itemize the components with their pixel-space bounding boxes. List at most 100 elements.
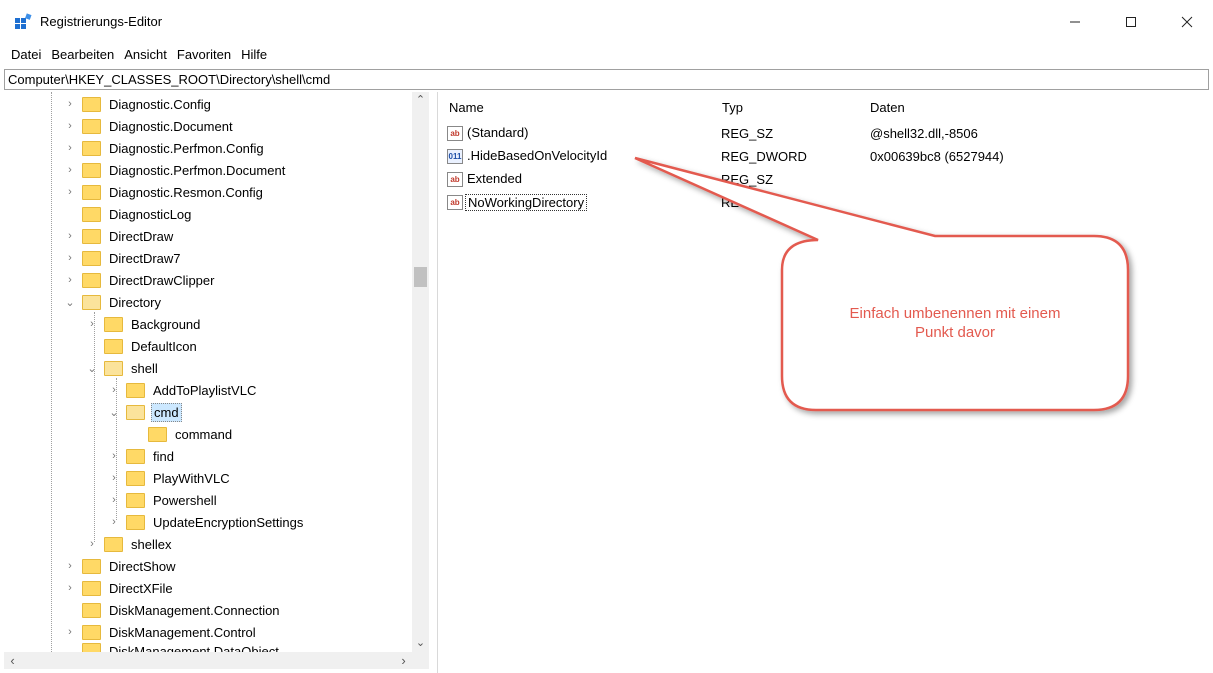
folder-icon — [82, 206, 101, 222]
column-header-name[interactable]: Name — [449, 100, 484, 115]
chevron-right-icon[interactable]: › — [64, 582, 76, 594]
scroll-down-icon[interactable]: ⌄ — [412, 635, 429, 652]
menu-hilfe[interactable]: Hilfe — [236, 44, 272, 66]
chevron-right-icon[interactable]: › — [64, 142, 76, 154]
menu-bar: Datei Bearbeiten Ansicht Favoriten Hilfe — [0, 44, 1213, 66]
chevron-right-icon[interactable]: › — [86, 318, 98, 330]
menu-bearbeiten[interactable]: Bearbeiten — [46, 44, 119, 66]
chevron-right-icon[interactable]: › — [64, 230, 76, 242]
folder-icon — [82, 558, 101, 574]
chevron-right-icon[interactable]: › — [64, 164, 76, 176]
chevron-right-icon[interactable]: › — [64, 120, 76, 132]
folder-icon — [126, 470, 145, 486]
value-row[interactable]: 011 .HideBasedOnVelocityId REG_DWORD 0x0… — [447, 146, 1207, 168]
tree-item[interactable]: › PlayWithVLC — [108, 467, 232, 489]
tree-item[interactable]: › DirectXFile — [64, 577, 175, 599]
folder-icon — [82, 162, 101, 178]
chevron-right-icon[interactable]: › — [108, 450, 120, 462]
folder-open-icon — [104, 360, 123, 376]
scroll-up-icon[interactable]: ⌃ — [412, 92, 429, 109]
tree-item[interactable]: command — [130, 423, 234, 445]
callout-text: Einfach umbenennen mit einem Punkt davor — [849, 305, 1061, 341]
folder-open-icon — [82, 294, 101, 310]
chevron-right-icon[interactable]: › — [64, 252, 76, 264]
menu-ansicht[interactable]: Ansicht — [119, 44, 172, 66]
scroll-right-icon[interactable]: › — [395, 652, 412, 669]
tree-item[interactable]: › DirectDrawClipper — [64, 269, 216, 291]
tree-vertical-scrollbar[interactable]: ⌃ ⌄ — [412, 92, 429, 652]
registry-editor-icon — [15, 13, 32, 29]
tree-guide-line — [51, 92, 52, 652]
column-header-type[interactable]: Typ — [722, 100, 743, 115]
tree-item[interactable]: › DirectDraw — [64, 225, 175, 247]
value-row[interactable]: ab (Standard) REG_SZ @shell32.dll,-8506 — [447, 123, 1207, 145]
scroll-left-icon[interactable]: ‹ — [4, 652, 21, 669]
chevron-right-icon[interactable]: › — [64, 626, 76, 638]
tree-item[interactable]: › Diagnostic.Perfmon.Config — [64, 137, 266, 159]
minimize-button[interactable] — [1052, 0, 1098, 44]
chevron-down-icon[interactable]: ⌄ — [108, 406, 120, 419]
chevron-right-icon[interactable]: › — [64, 98, 76, 110]
chevron-right-icon[interactable]: › — [64, 186, 76, 198]
tree-item[interactable]: › DirectDraw7 — [64, 247, 183, 269]
folder-icon — [82, 624, 101, 640]
folder-icon — [148, 426, 167, 442]
tree-item[interactable]: DiskManagement.Connection — [64, 599, 282, 621]
string-value-icon: ab — [447, 172, 463, 187]
tree-item[interactable]: › Diagnostic.Perfmon.Document — [64, 159, 287, 181]
chevron-right-icon[interactable]: › — [108, 494, 120, 506]
tree-item[interactable]: › DiskManagement.Control — [64, 621, 258, 643]
folder-icon — [82, 228, 101, 244]
tree-item[interactable]: › find — [108, 445, 176, 467]
tree-item[interactable]: DiagnosticLog — [64, 203, 193, 225]
tree-item[interactable]: › shellex — [86, 533, 173, 555]
column-header-data[interactable]: Daten — [870, 100, 905, 115]
title-bar: Registrierungs-Editor — [0, 0, 1213, 44]
folder-icon — [82, 184, 101, 200]
tree-item[interactable]: DefaultIcon — [86, 335, 199, 357]
folder-icon — [82, 250, 101, 266]
tree-item[interactable]: › DirectShow — [64, 555, 177, 577]
folder-icon — [104, 316, 123, 332]
tree-item[interactable]: › Diagnostic.Resmon.Config — [64, 181, 265, 203]
value-row[interactable]: ab NoWorkingDirectory REG_SZ — [447, 192, 1207, 214]
tree-item[interactable]: › Diagnostic.Document — [64, 115, 235, 137]
value-list: Name Typ Daten ab (Standard) REG_SZ @she… — [439, 92, 1209, 673]
tree-horizontal-scrollbar[interactable]: ‹ › — [4, 652, 429, 669]
chevron-right-icon[interactable]: › — [108, 516, 120, 528]
folder-icon — [82, 580, 101, 596]
close-button[interactable] — [1164, 0, 1210, 44]
chevron-down-icon[interactable]: ⌄ — [86, 362, 98, 375]
key-tree: › Diagnostic.Config › Diagnostic.Document … — [4, 92, 438, 673]
chevron-right-icon[interactable]: › — [64, 274, 76, 286]
tree-item[interactable]: › UpdateEncryptionSettings — [108, 511, 305, 533]
chevron-down-icon[interactable]: ⌄ — [64, 296, 76, 309]
tree-item[interactable]: › Diagnostic.Config — [64, 93, 213, 115]
tree-item[interactable]: DiskManagement.DataObject — [64, 643, 281, 652]
folder-icon — [126, 448, 145, 464]
value-row[interactable]: ab Extended REG_SZ — [447, 169, 1207, 191]
address-bar[interactable]: Computer\HKEY_CLASSES_ROOT\Directory\she… — [4, 69, 1209, 90]
tree-item[interactable]: › Background — [86, 313, 202, 335]
chevron-right-icon[interactable]: › — [108, 384, 120, 396]
maximize-button[interactable] — [1108, 0, 1154, 44]
close-icon — [1181, 16, 1193, 28]
folder-icon — [104, 338, 123, 354]
folder-icon — [82, 602, 101, 618]
scroll-thumb[interactable] — [414, 267, 427, 287]
tree-item[interactable]: › AddToPlaylistVLC — [108, 379, 258, 401]
tree-item-shell[interactable]: ⌄ shell — [86, 357, 160, 379]
chevron-right-icon[interactable]: › — [108, 472, 120, 484]
folder-icon — [126, 382, 145, 398]
tree-item-cmd[interactable]: ⌄ cmd — [108, 401, 182, 423]
menu-favoriten[interactable]: Favoriten — [172, 44, 236, 66]
tree-item-directory[interactable]: ⌄ Directory — [64, 291, 163, 313]
folder-icon — [82, 140, 101, 156]
string-value-icon: ab — [447, 126, 463, 141]
chevron-right-icon[interactable]: › — [64, 560, 76, 572]
tree-item[interactable]: › Powershell — [108, 489, 219, 511]
window-title: Registrierungs-Editor — [40, 14, 163, 29]
folder-open-icon — [126, 404, 145, 420]
chevron-right-icon[interactable]: › — [86, 538, 98, 550]
menu-datei[interactable]: Datei — [6, 44, 46, 66]
